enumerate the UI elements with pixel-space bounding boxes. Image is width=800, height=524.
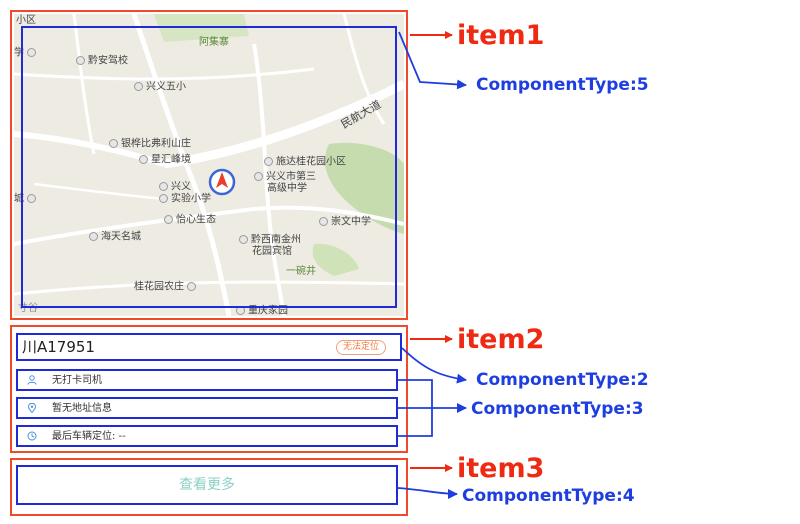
component-type-3-label: ComponentType:3 — [471, 399, 644, 419]
view-more-button[interactable]: 查看更多 — [16, 478, 398, 492]
component-type-5-label: ComponentType:5 — [476, 75, 649, 95]
item2-label: item2 — [457, 324, 545, 355]
ct5-arrow — [398, 31, 467, 90]
user-icon — [27, 375, 37, 385]
clock-icon — [27, 431, 37, 441]
item1-label: item1 — [457, 20, 545, 51]
address-text: 暂无地址信息 — [52, 403, 112, 414]
driver-text: 无打卡司机 — [52, 375, 102, 386]
status-badge: 无法定位 — [336, 340, 387, 355]
last-location-text: 最后车辆定位: -- — [52, 431, 126, 442]
component-type-5-box — [21, 26, 397, 308]
location-pin-icon — [27, 403, 37, 413]
map-label: 小区 — [16, 15, 36, 26]
component-type-2-label: ComponentType:2 — [476, 370, 649, 390]
vehicle-plate: 川A17951 — [22, 338, 95, 356]
component-type-4-label: ComponentType:4 — [462, 486, 635, 506]
item3-label: item3 — [457, 453, 545, 484]
